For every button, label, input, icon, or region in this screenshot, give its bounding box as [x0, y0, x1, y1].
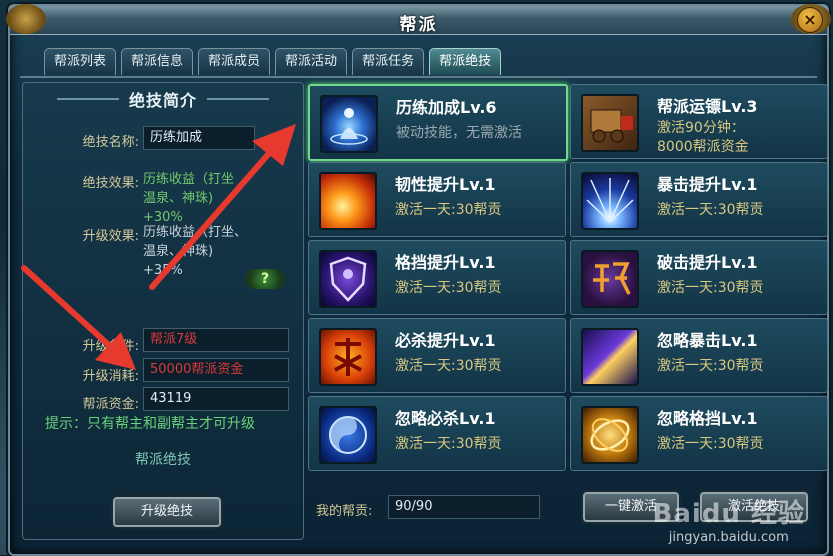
- skill-card-toughness[interactable]: 韧性提升Lv.1 激活一天:30帮贡: [308, 162, 566, 237]
- skill-title: 韧性提升Lv.1: [395, 175, 496, 194]
- skill-title: 忽略格挡Lv.1: [657, 409, 758, 428]
- skill-effect-label: 绝技效果:: [82, 176, 139, 191]
- skill-desc: 激活一天:30帮贡: [395, 202, 502, 218]
- watermark-logo: Baidu 经验: [652, 499, 805, 529]
- skill-desc: 被动技能，无需激活: [396, 125, 522, 141]
- shield-icon: [319, 250, 377, 308]
- skill-card-block[interactable]: 格挡提升Lv.1 激活一天:30帮贡: [308, 240, 566, 315]
- help-button[interactable]: ?: [245, 269, 285, 289]
- yin-yang-icon: [319, 406, 377, 464]
- tab-guild-info[interactable]: 帮派信息: [121, 48, 194, 75]
- skill-effect-text: 历练收益（打坐 温泉、神珠) +30%: [143, 172, 235, 225]
- section-title: 绝技简介: [23, 87, 303, 111]
- skill-title: 必杀提升Lv.1: [395, 331, 496, 350]
- burst-icon: [581, 172, 639, 230]
- skill-card-ignore-block[interactable]: 忽略格挡Lv.1 激活一天:30帮贡: [570, 396, 828, 471]
- funds-value: 43119: [143, 387, 289, 411]
- close-icon: ×: [803, 10, 817, 29]
- skill-desc: 激活一天:30帮贡: [395, 280, 502, 296]
- skill-card-ignore-crit[interactable]: 忽略暴击Lv.1 激活一天:30帮贡: [570, 318, 828, 393]
- skill-title: 忽略暴击Lv.1: [657, 331, 758, 350]
- skill-desc: 激活一天:30帮贡: [657, 358, 764, 374]
- close-button[interactable]: ×: [797, 7, 823, 33]
- skill-title: 暴击提升Lv.1: [657, 175, 758, 194]
- skill-detail-panel: 绝技简介 绝技名称: 历练加成 绝技效果: 历练收益（打坐 温泉、神珠) +30…: [22, 82, 304, 540]
- requirement-value: 帮派7级: [143, 328, 289, 352]
- skill-title: 帮派运镖Lv.3: [657, 97, 758, 116]
- cost-label: 升级消耗:: [82, 369, 139, 384]
- skill-desc: 激活一天:30帮贡: [657, 436, 764, 452]
- break-rune-icon: [581, 250, 639, 308]
- baidu-watermark: Baidu 经验 jingyan.baidu.com: [653, 493, 805, 545]
- fire-icon: [319, 172, 377, 230]
- skill-title: 破击提升Lv.1: [657, 253, 758, 272]
- title-bar: 帮派 ×: [6, 4, 831, 35]
- tab-divider: [20, 76, 817, 78]
- skill-card-crit[interactable]: 暴击提升Lv.1 激活一天:30帮贡: [570, 162, 828, 237]
- skill-card-break[interactable]: 破击提升Lv.1 激活一天:30帮贡: [570, 240, 828, 315]
- skill-title: 格挡提升Lv.1: [395, 253, 496, 272]
- meditation-icon: [320, 95, 378, 153]
- skill-card-deadly[interactable]: 必杀提升Lv.1 激活一天:30帮贡: [308, 318, 566, 393]
- skill-card-training[interactable]: 历练加成Lv.6 被动技能，无需激活: [308, 84, 568, 161]
- skill-name-label: 绝技名称:: [82, 135, 139, 150]
- skill-desc: 激活一天:30帮贡: [657, 280, 764, 296]
- funds-label: 帮派资金:: [82, 397, 139, 412]
- contribution-label: 我的帮贡:: [316, 504, 373, 519]
- skill-desc: 激活一天:30帮贡: [395, 436, 502, 452]
- skill-title: 忽略必杀Lv.1: [395, 409, 496, 428]
- tab-guild-activities[interactable]: 帮派活动: [275, 48, 348, 75]
- skill-card-ignore-deadly[interactable]: 忽略必杀Lv.1 激活一天:30帮贡: [308, 396, 566, 471]
- skill-name-value: 历练加成: [143, 126, 255, 150]
- upgrade-effect-text: 历练收益（打坐、 温泉、神珠) +35%: [143, 225, 248, 278]
- skill-desc: 激活一天:30帮贡: [395, 358, 502, 374]
- tab-guild-skills[interactable]: 帮派绝技: [429, 48, 502, 75]
- skill-card-escort[interactable]: 帮派运镖Lv.3 激活90分钟： 8000帮派资金: [570, 84, 828, 159]
- upgrade-hint: 提示：只有帮主和副帮主才可升级: [45, 416, 255, 432]
- guild-window: 帮派 × 帮派列表 帮派信息 帮派成员 帮派活动 帮派任务 帮派绝技 绝技简介 …: [6, 4, 831, 556]
- contribution-value: 90/90: [388, 495, 540, 519]
- window-title: 帮派: [399, 15, 438, 35]
- escort-cart-icon: [581, 94, 639, 152]
- tab-guild-list[interactable]: 帮派列表: [44, 48, 117, 75]
- skill-desc: 激活一天:30帮贡: [657, 202, 764, 218]
- upgrade-effect-label: 升级效果:: [82, 229, 139, 244]
- requirement-label: 升级条件:: [82, 339, 139, 354]
- upgrade-skill-button[interactable]: 升级绝技: [113, 497, 221, 527]
- kill-rune-icon: [319, 328, 377, 386]
- golden-ring-icon: [581, 406, 639, 464]
- tab-bar: 帮派列表 帮派信息 帮派成员 帮派活动 帮派任务 帮派绝技: [44, 48, 502, 75]
- watermark-url: jingyan.baidu.com: [668, 530, 789, 545]
- slash-icon: [581, 328, 639, 386]
- tab-guild-tasks[interactable]: 帮派任务: [352, 48, 425, 75]
- skill-title: 历练加成Lv.6: [396, 98, 497, 117]
- panel-footer-title: 帮派绝技: [135, 452, 191, 468]
- tab-guild-members[interactable]: 帮派成员: [198, 48, 271, 75]
- cost-value: 50000帮派资金: [143, 358, 289, 382]
- skill-desc: 激活90分钟： 8000帮派资金: [657, 120, 749, 155]
